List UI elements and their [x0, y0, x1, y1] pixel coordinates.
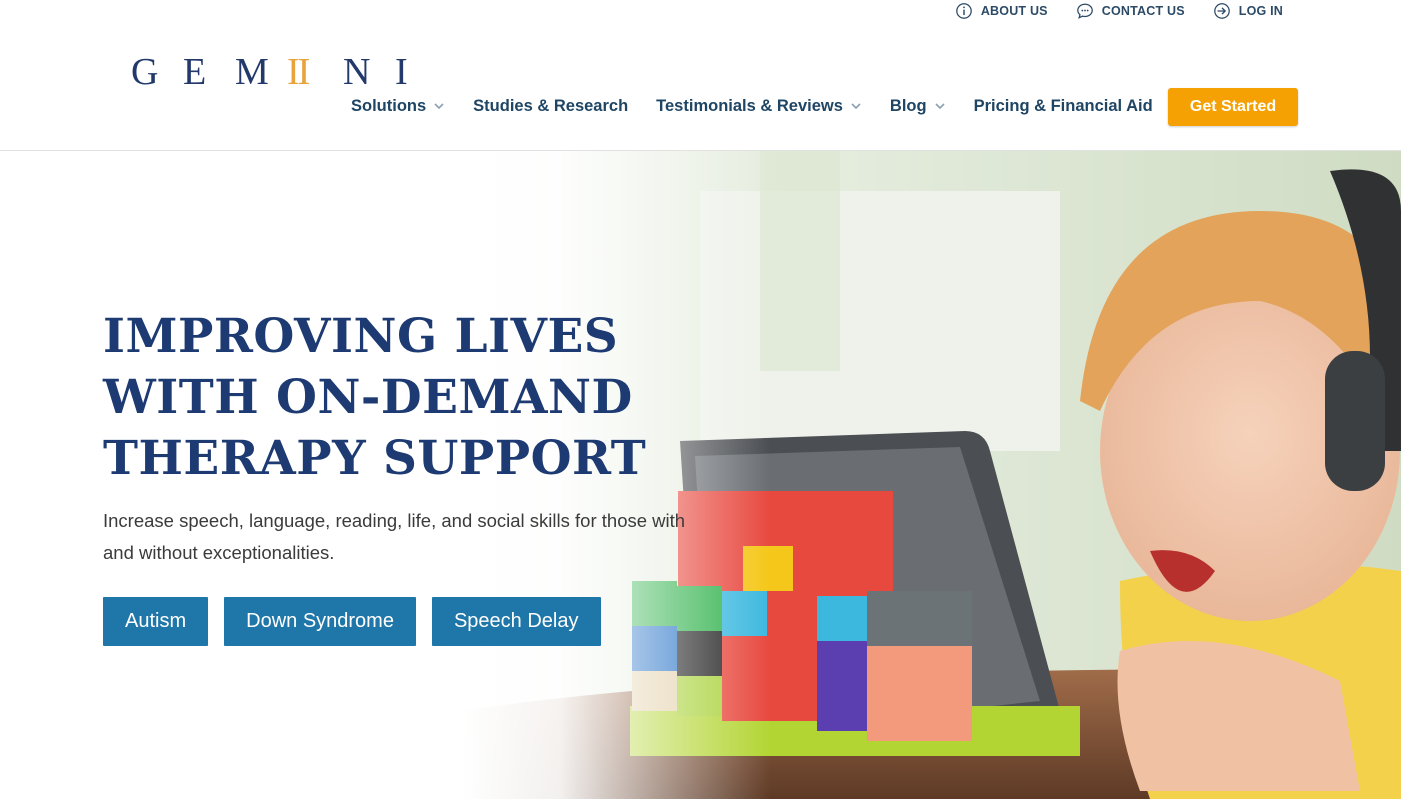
chevron-down-icon [434, 103, 444, 110]
utility-bar: ABOUT US CONTACT US LOG IN [955, 0, 1283, 22]
nav-testimonials-reviews[interactable]: Testimonials & Reviews [656, 97, 862, 116]
nav-label: Solutions [351, 96, 427, 115]
chevron-down-icon [851, 103, 861, 110]
hero-subtitle: Increase speech, language, reading, life… [103, 510, 686, 563]
logo-roman-two: II [287, 51, 310, 93]
nav-pricing-financial-aid[interactable]: Pricing & Financial Aid [974, 97, 1153, 116]
nav-solutions[interactable]: Solutions [351, 97, 445, 116]
get-started-button[interactable]: Get Started [1168, 88, 1298, 126]
log-in-label: LOG IN [1238, 4, 1283, 18]
nav-label: Studies & Research [473, 96, 629, 115]
chat-icon [1076, 3, 1093, 19]
chevron-down-icon [935, 103, 945, 110]
speech-delay-button[interactable]: Speech Delay [431, 597, 601, 646]
headline-line: IMPROVING LIVES [103, 309, 619, 364]
down-syndrome-button[interactable]: Down Syndrome [224, 597, 416, 646]
logo-letter: E [183, 51, 207, 93]
about-us-link[interactable]: ABOUT US [955, 2, 1048, 20]
hero-headline: IMPROVING LIVES WITH ON-DEMAND THERAPY S… [103, 306, 646, 489]
info-icon [955, 3, 972, 19]
nav-studies-research[interactable]: Studies & Research [473, 97, 628, 116]
about-us-label: ABOUT US [980, 4, 1048, 18]
headline-line: THERAPY SUPPORT [103, 431, 647, 486]
autism-button[interactable]: Autism [103, 597, 209, 646]
nav-label: Blog [889, 96, 927, 115]
contact-us-link[interactable]: CONTACT US [1076, 2, 1185, 20]
contact-us-label: CONTACT US [1101, 4, 1185, 18]
log-in-link[interactable]: LOG IN [1213, 2, 1283, 20]
nav-label: Testimonials & Reviews [656, 96, 843, 115]
gemini-logo[interactable]: G E M II N I [131, 51, 447, 93]
login-icon [1213, 3, 1230, 19]
nav-label: Pricing & Financial Aid [973, 96, 1153, 115]
headline-line: WITH ON-DEMAND [103, 370, 633, 425]
condition-buttons: Autism Down Syndrome Speech Delay [103, 597, 601, 646]
logo-letter: G [131, 51, 159, 93]
main-nav: Solutions Studies & Research Testimonial… [351, 88, 1181, 124]
nav-blog[interactable]: Blog [890, 97, 946, 116]
logo-letter: M [235, 51, 269, 93]
